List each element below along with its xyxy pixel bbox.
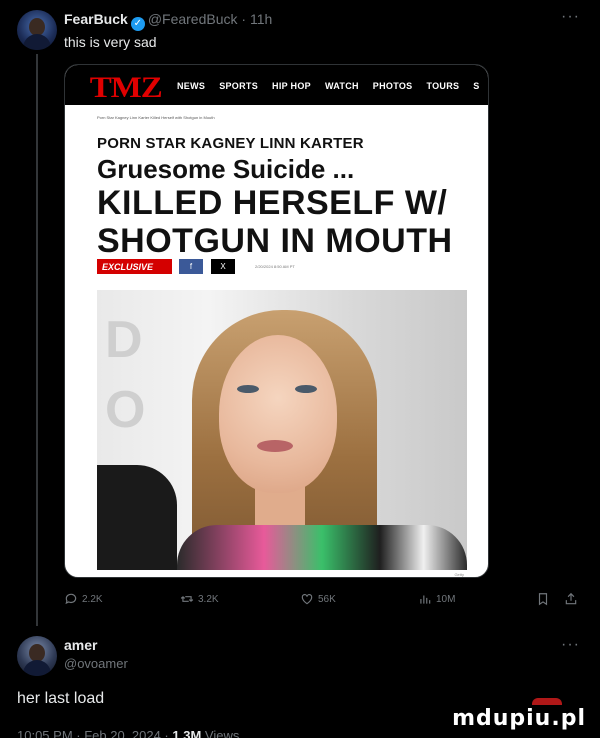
- headline-line-3: SHOTGUN IN MOUTH: [97, 222, 453, 260]
- nav-item: SPORTS: [219, 81, 259, 91]
- reply-author-handle[interactable]: @ovoamer: [64, 656, 128, 671]
- reply-author-avatar[interactable]: [17, 636, 57, 676]
- facebook-share-icon: f: [179, 259, 203, 274]
- reply-views-label: Views: [201, 728, 240, 738]
- views-icon: [420, 595, 431, 604]
- exclusive-badge: EXCLUSIVE: [97, 259, 172, 274]
- reply-meta: 10:05 PM · Feb 20, 2024 · 1.3M Views: [17, 728, 239, 738]
- heart-icon: [301, 594, 313, 605]
- repost-icon: [180, 596, 194, 602]
- reply-more-options-icon[interactable]: ···: [561, 636, 580, 654]
- photo-lips: [257, 440, 293, 452]
- nav-item: PHOTOS: [372, 81, 413, 91]
- tmz-logo: TMZ: [89, 71, 163, 104]
- avatar-body: [23, 660, 51, 676]
- repost-button[interactable]: 3.2K: [180, 592, 219, 606]
- article-kicker: PORN STAR KAGNEY LINN KARTER: [97, 135, 364, 152]
- author-handle[interactable]: @FearedBuck: [148, 11, 238, 27]
- tmz-nav: NEWS SPORTS HIP HOP WATCH PHOTOS TOURS S: [177, 81, 480, 91]
- avatar-body: [23, 34, 51, 50]
- article-date: 2/20/2024 8:50 AM PT: [255, 264, 295, 269]
- tweet-header: FearBuck ✓ @FearedBuck · 11h: [64, 11, 272, 31]
- watermark: mdupiu.pl: [452, 706, 586, 731]
- share-button[interactable]: [564, 592, 578, 606]
- photo-eye: [237, 385, 259, 393]
- more-options-icon[interactable]: ···: [561, 8, 580, 26]
- watermark-cap-icon: [532, 698, 562, 705]
- reply-icon: [65, 593, 77, 605]
- article-headline: Gruesome Suicide ... KILLED HERSELF W/ S…: [97, 154, 487, 260]
- author-name[interactable]: FearBuck: [64, 11, 128, 27]
- headline-line-1: Gruesome Suicide ...: [97, 154, 355, 184]
- tmz-nav-bar: TMZ NEWS SPORTS HIP HOP WATCH PHOTOS TOU…: [65, 65, 488, 105]
- like-button[interactable]: 56K: [300, 592, 336, 606]
- photo-credit: Getty: [454, 572, 464, 577]
- repost-count: 3.2K: [198, 593, 219, 605]
- article-photo: D O: [97, 290, 467, 570]
- reply-text: her last load: [17, 690, 105, 707]
- tweet-media-image[interactable]: TMZ NEWS SPORTS HIP HOP WATCH PHOTOS TOU…: [64, 64, 489, 578]
- author-avatar[interactable]: [17, 10, 57, 50]
- photo-shadow: [97, 465, 177, 570]
- views-button[interactable]: 10M: [418, 592, 455, 606]
- thread-line: [36, 54, 38, 626]
- article-breadcrumb: Porn Star Kagney Linn Karter Killed Hers…: [97, 115, 215, 120]
- views-count: 10M: [436, 593, 456, 605]
- reply-author-name[interactable]: amer: [64, 637, 97, 653]
- reply-timestamp[interactable]: 10:05 PM · Feb 20, 2024 ·: [17, 728, 172, 738]
- nav-item: WATCH: [324, 81, 359, 91]
- share-icon: [565, 592, 577, 605]
- bookmark-icon: [538, 593, 548, 606]
- nav-item: HIP HOP: [272, 81, 311, 91]
- reply-button[interactable]: 2.2K: [64, 592, 103, 606]
- photo-top: [177, 525, 467, 570]
- like-count: 56K: [318, 593, 336, 605]
- bookmark-button[interactable]: [536, 592, 550, 606]
- time-ago[interactable]: 11h: [250, 11, 272, 27]
- x-share-icon: X: [211, 259, 235, 274]
- reply-count: 2.2K: [82, 593, 103, 605]
- verified-icon: ✓: [130, 17, 145, 31]
- headline-line-2: KILLED HERSELF W/: [97, 184, 448, 222]
- backdrop-letter: D: [105, 311, 143, 369]
- separator: ·: [237, 11, 250, 27]
- nav-item: NEWS: [177, 81, 206, 91]
- tweet-text: this is very sad: [64, 34, 157, 50]
- reply-views-count: 1.3M: [172, 728, 202, 738]
- tweet-actions: 2.2K 3.2K 56K 10M: [64, 592, 588, 610]
- nav-item: TOURS: [426, 81, 460, 91]
- photo-eye: [295, 385, 317, 393]
- nav-item: S: [473, 81, 480, 91]
- photo-face: [219, 335, 337, 493]
- backdrop-letter: O: [105, 381, 146, 439]
